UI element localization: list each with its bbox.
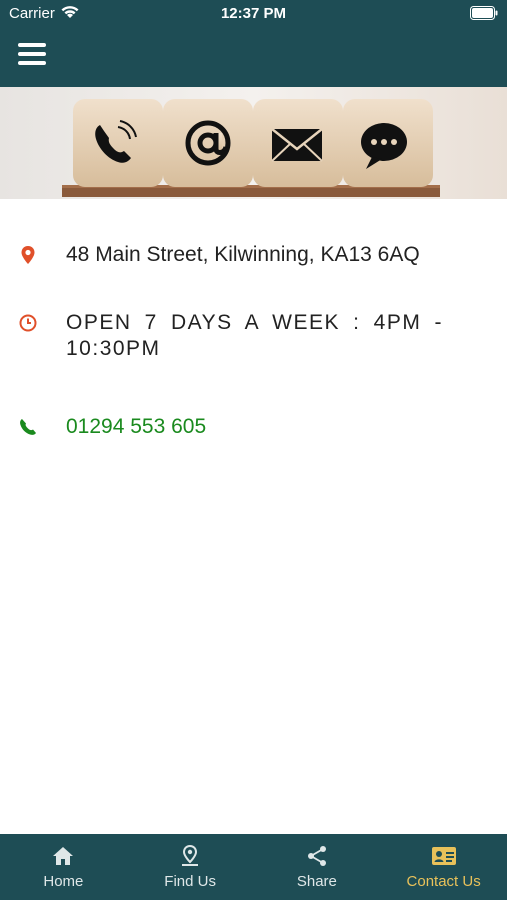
map-pin-icon (18, 245, 38, 265)
bottom-tab-bar: Home Find Us Share Contact Us (0, 834, 507, 900)
clock-icon (18, 313, 38, 333)
envelope-icon (271, 128, 323, 162)
tab-home[interactable]: Home (0, 834, 127, 900)
phone-number-link[interactable]: 01294 553 605 (66, 414, 443, 440)
status-time: 12:37 PM (220, 5, 287, 22)
tab-home-label: Home (43, 873, 84, 890)
address-text: 48 Main Street, Kilwinning, KA13 6AQ (66, 243, 420, 266)
battery-icon (470, 6, 498, 24)
contact-card-icon (431, 844, 457, 868)
tab-share[interactable]: Share (254, 834, 381, 900)
tab-share-label: Share (296, 873, 337, 890)
at-cube (163, 99, 253, 187)
status-bar: Carrier 12:37 PM (0, 0, 507, 28)
map-pin-icon (177, 844, 203, 868)
tab-find-us-label: Find Us (164, 873, 216, 890)
tab-contact-us-label: Contact Us (406, 873, 481, 890)
contact-banner-image (0, 87, 507, 199)
tab-find-us[interactable]: Find Us (127, 834, 254, 900)
phone-cube (73, 99, 163, 187)
app-header: Carrier 12:37 PM (0, 0, 507, 87)
home-icon (50, 844, 76, 868)
opening-hours-text: OPEN 7 DAYS A WEEK : 4PM - 10:30PM (66, 311, 443, 360)
hamburger-menu-icon[interactable] (18, 43, 46, 69)
phone-icon (18, 417, 38, 437)
tab-contact-us[interactable]: Contact Us (380, 834, 507, 900)
share-icon (304, 844, 330, 868)
